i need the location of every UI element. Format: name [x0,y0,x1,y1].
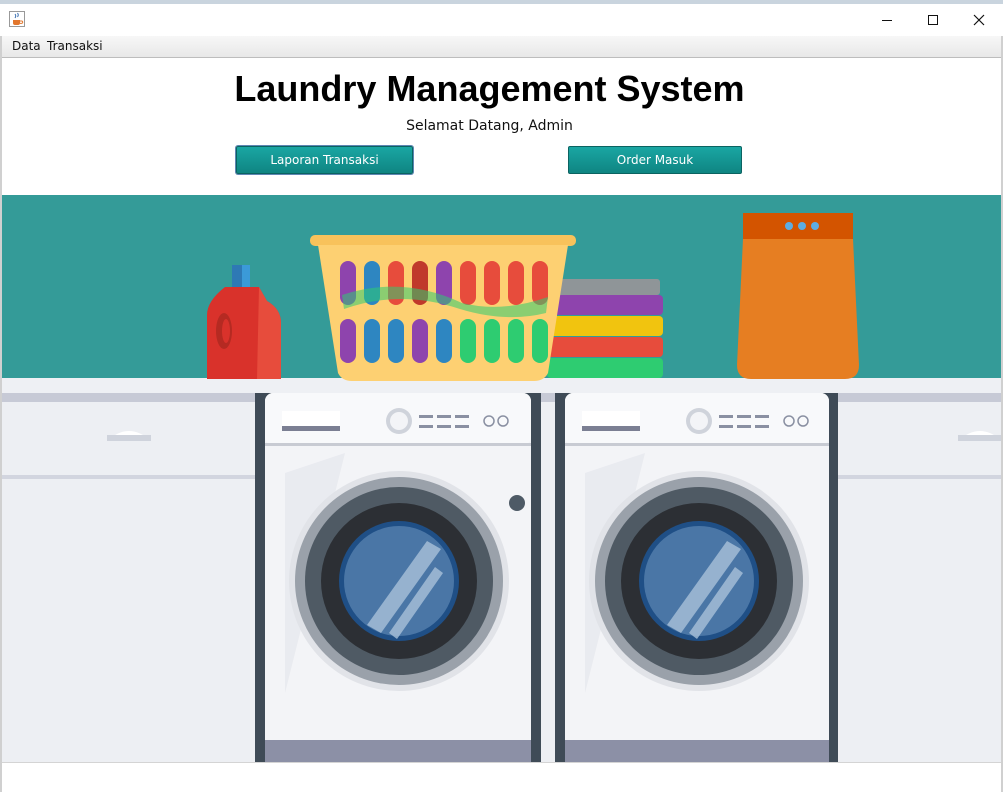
maximize-icon [928,15,938,25]
menu-data[interactable]: Data [12,39,41,53]
close-icon [973,14,985,26]
washing-machine-right [555,393,838,762]
welcome-text: Selamat Datang, Admin [406,118,573,134]
minimize-icon [882,20,892,21]
washing-machine-left [255,393,541,762]
menubar: Data Transaksi [2,36,1001,58]
laundry-illustration [2,195,1001,762]
laundry-hamper-icon [737,213,859,379]
main-panel: Laundry Management System Selamat Datang… [2,58,1001,762]
laundry-basket-icon [310,235,576,381]
java-cup-icon [9,11,25,27]
maximize-button[interactable] [910,4,956,36]
menu-transaksi[interactable]: Transaksi [47,39,103,53]
window-titlebar [0,0,1003,36]
page-title: Laundry Management System [234,68,745,109]
laporan-transaksi-button[interactable]: Laporan Transaksi [236,146,413,174]
folded-towels-icon [547,279,663,378]
close-button[interactable] [956,4,1002,36]
minimize-button[interactable] [864,4,910,36]
status-bar [2,762,1001,791]
order-masuk-button[interactable]: Order Masuk [568,146,742,174]
